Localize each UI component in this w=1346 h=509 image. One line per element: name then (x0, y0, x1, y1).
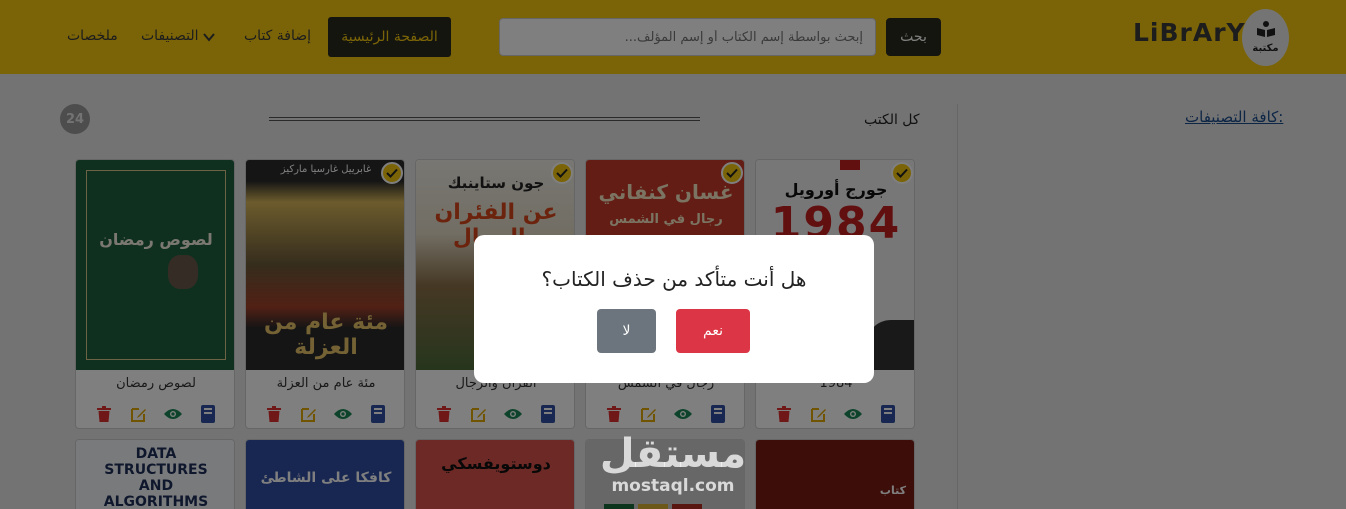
confirm-no-button[interactable]: لا (597, 309, 656, 353)
watermark-arabic: مستقل (599, 431, 747, 477)
modal-question: هل أنت متأكد من حذف الكتاب؟ (541, 267, 807, 291)
confirm-yes-button[interactable]: نعم (676, 309, 750, 353)
delete-confirm-modal: هل أنت متأكد من حذف الكتاب؟ نعم لا (474, 235, 874, 383)
watermark: مستقل mostaql.com (598, 432, 748, 502)
watermark-latin: mostaql.com (611, 476, 735, 496)
